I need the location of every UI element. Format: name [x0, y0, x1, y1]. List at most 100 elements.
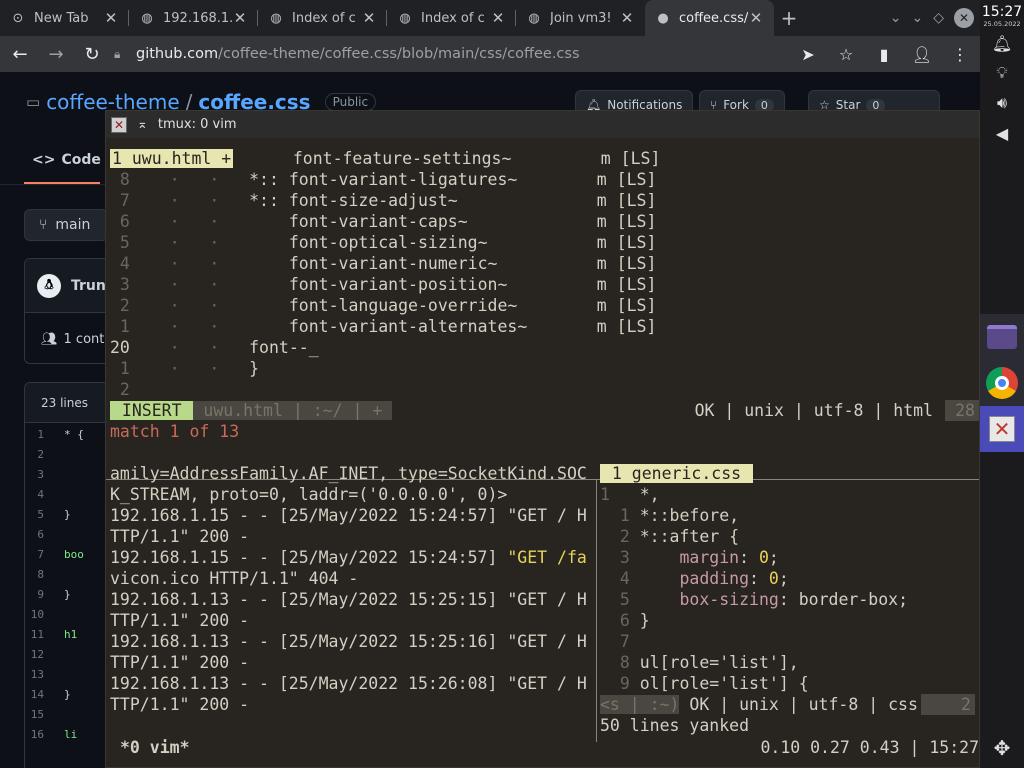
branch-selector[interactable]: ⑂ main	[24, 209, 108, 241]
chevron-down-icon[interactable]: ⌄	[911, 10, 923, 26]
line-number[interactable]: 15	[24, 705, 64, 725]
completion-item[interactable]: font-optical-sizing~	[289, 233, 597, 252]
tmux-load: 0.10 0.27 0.43 | 15:27	[760, 738, 979, 757]
close-icon[interactable]: ✕	[232, 9, 248, 27]
line-number: 5	[110, 233, 150, 252]
indent-guide: · ·	[149, 212, 250, 231]
bulb-icon[interactable]: 💡︎	[980, 58, 1024, 88]
new-tab-button[interactable]: +	[774, 6, 804, 30]
terminal-app-icon[interactable]: ✕	[980, 406, 1024, 452]
close-icon[interactable]: ✕	[361, 9, 377, 27]
volume-icon[interactable]: 🔊︎	[980, 88, 1024, 118]
tab-index-of-2[interactable]: ◍ Index of c ✕	[387, 0, 516, 36]
tab-192-168[interactable]: ◍ 192.168.1.1 ✕	[129, 0, 258, 36]
tab-label: New Tab	[34, 10, 89, 26]
bell-icon[interactable]: 🔔︎	[980, 28, 1024, 58]
tmux-window[interactable]: *0 vim*	[120, 738, 190, 757]
log-line: 192.168.1.13 - - [25/May/2022 15:26:08] …	[110, 674, 587, 693]
profile-icon[interactable]: 👤︎	[908, 38, 936, 70]
terminal-titlebar[interactable]: ✕ ⌅ tmux: 0 vim	[106, 111, 979, 138]
clock[interactable]: 15:27	[982, 5, 1022, 20]
triangle-left-icon[interactable]: ◀	[980, 118, 1024, 148]
terminal-body[interactable]: 1 uwu.html + font-feature-settings~ m [L…	[106, 138, 979, 768]
reload-button[interactable]: ↻	[76, 38, 108, 70]
tab-label: Index of c	[292, 10, 356, 26]
vim-message: 50 lines yanked	[600, 716, 750, 735]
diamond-icon[interactable]: ◇	[933, 10, 944, 26]
line-number: 4	[600, 569, 640, 588]
buffer-tab[interactable]: 1 generic.css	[600, 464, 754, 483]
close-window-icon[interactable]: ✕	[954, 8, 974, 28]
line-number: 8	[110, 170, 150, 189]
chevron-down-icon[interactable]: ⌄	[890, 10, 902, 26]
line-number[interactable]: 9	[24, 585, 64, 605]
close-icon[interactable]: ✕	[619, 9, 635, 27]
line-number[interactable]: 7	[24, 545, 64, 565]
line-number[interactable]: 11	[24, 625, 64, 645]
pane-divider[interactable]	[596, 480, 597, 742]
back-button[interactable]: ←	[4, 38, 36, 70]
current-line[interactable]: font--_	[249, 338, 319, 357]
tab-coffee-css[interactable]: ● coffee.css/ ✕	[645, 0, 774, 36]
close-icon[interactable]: ✕	[111, 116, 127, 133]
side-panel-icon[interactable]: ▮	[870, 38, 898, 70]
line-number[interactable]: 4	[24, 485, 64, 505]
line-number[interactable]: 14	[24, 685, 64, 705]
terminal-line: 1 · · }	[110, 358, 259, 379]
close-icon[interactable]: ✕	[103, 9, 119, 27]
terminal-line: 5 · · font-optical-sizing~ m [LS]	[110, 232, 656, 253]
css-semicolon: ;	[898, 590, 908, 609]
completion-item[interactable]: font-variant-numeric~	[289, 254, 597, 273]
globe-icon: ◍	[270, 10, 282, 26]
terminal-line: 192.168.1.13 - - [25/May/2022 15:25:16] …	[110, 631, 587, 652]
star-icon[interactable]: ☆	[832, 38, 860, 70]
close-icon[interactable]: ✕	[748, 9, 764, 27]
completion-item[interactable]: font-variant-ligatures~	[289, 170, 597, 189]
url-path: /coffee-theme/coffee.css/blob/main/css/c…	[218, 46, 580, 62]
forward-button[interactable]: →	[40, 38, 72, 70]
avatar[interactable]: 🐧︎	[37, 273, 61, 298]
completion-item[interactable]: font-variant-position~	[289, 275, 597, 294]
log-line: amily=AddressFamily.AF_INET, type=Socket…	[110, 464, 587, 483]
css-semicolon: ;	[768, 548, 779, 567]
tab-new-tab[interactable]: ⊙ New Tab ✕	[0, 0, 129, 36]
line-number[interactable]: 2	[24, 445, 64, 465]
line-number[interactable]: 3	[24, 465, 64, 485]
terminal-line: vicon.ico HTTP/1.1" 404 -	[110, 568, 358, 589]
address-bar[interactable]: 🔒︎ github.com/coffee-theme/coffee.css/bl…	[114, 40, 790, 68]
line-number[interactable]: 8	[24, 565, 64, 585]
line-number[interactable]: 6	[24, 525, 64, 545]
line-number[interactable]: 13	[24, 665, 64, 685]
commit-author[interactable]: Trun	[71, 278, 106, 294]
line-number[interactable]: 16	[24, 725, 64, 745]
tab-controls: ⌄ ⌄ ◇ ✕	[890, 0, 980, 36]
completion-item[interactable]: font-size-adjust~	[289, 191, 597, 210]
line-number[interactable]: 1	[24, 425, 64, 445]
move-icon[interactable]: ✥	[980, 736, 1024, 760]
tab-join-vm3[interactable]: ◍ Join vm3! ✕	[516, 0, 645, 36]
line-number[interactable]: 10	[24, 605, 64, 625]
line-number[interactable]: 5	[24, 505, 64, 525]
contributors-link[interactable]: 1 contr	[64, 332, 110, 347]
close-icon[interactable]: ✕	[490, 9, 506, 27]
chrome-app-icon[interactable]	[980, 360, 1024, 406]
line-number: 2	[600, 527, 640, 546]
files-app-icon[interactable]	[980, 314, 1024, 360]
line-number[interactable]: 12	[24, 645, 64, 665]
send-icon[interactable]: ➤	[794, 38, 822, 70]
terminal-window[interactable]: ✕ ⌅ tmux: 0 vim 1 uwu.html + font-featur…	[105, 110, 980, 768]
menu-icon[interactable]: ⋮	[946, 38, 974, 70]
tab-code[interactable]: <> Code	[32, 152, 101, 168]
completion-item[interactable]: font-variant-caps~	[289, 212, 597, 231]
people-icon: 👥︎	[41, 331, 58, 347]
terminal-line: 192.168.1.15 - - [25/May/2022 15:24:57] …	[110, 547, 587, 568]
completion-item[interactable]: font-language-override~	[289, 296, 597, 315]
completion-item[interactable]: font-variant-alternates~	[289, 317, 597, 336]
code-line: 8	[24, 565, 84, 585]
code-text: }	[639, 611, 650, 630]
status-path: :~/ |	[312, 401, 373, 420]
tab-index-of-1[interactable]: ◍ Index of c ✕	[258, 0, 387, 36]
completion-item[interactable]: font-feature-settings~	[293, 149, 601, 168]
buffer-tab[interactable]: 1 uwu.html +	[110, 149, 234, 168]
